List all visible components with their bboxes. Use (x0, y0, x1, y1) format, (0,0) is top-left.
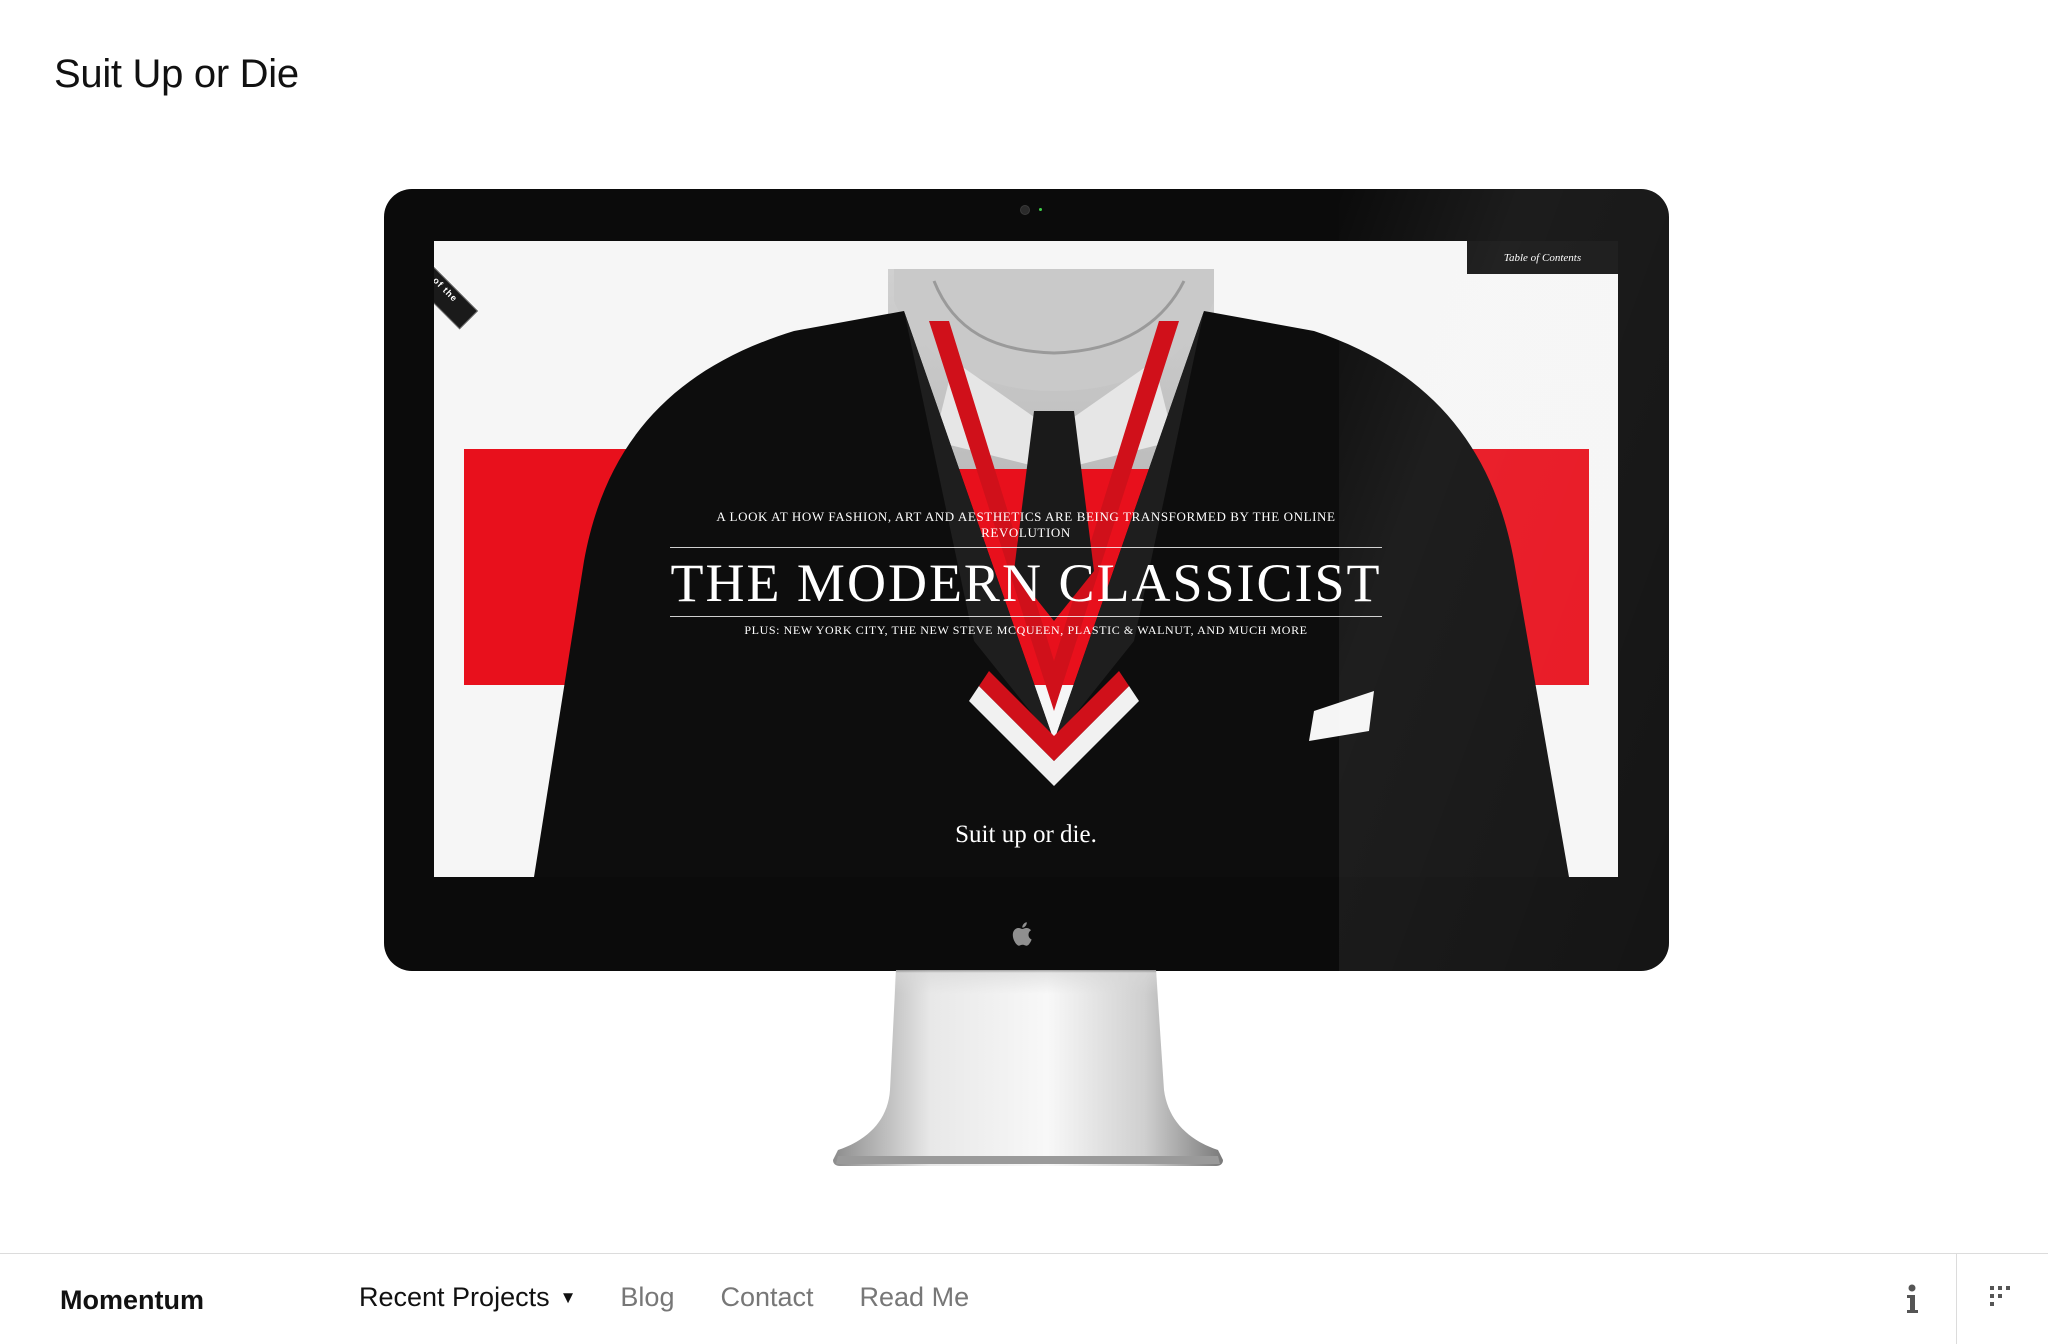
kicker-text: A LOOK AT HOW FASHION, ART AND AESTHETIC… (670, 509, 1382, 548)
main-nav: Recent Projects ▼ Blog Contact Read Me (359, 1282, 1015, 1313)
nav-recent-projects[interactable]: Recent Projects ▼ (359, 1282, 576, 1313)
nav-recent-projects-label: Recent Projects (359, 1282, 550, 1312)
table-of-contents-button: Table of Contents (1467, 241, 1618, 274)
camera-led (1039, 208, 1042, 211)
nav-divider (1956, 1254, 1957, 1344)
subline-text: PLUS: NEW YORK CITY, THE NEW STEVE MCQUE… (744, 623, 1308, 637)
brand-logo[interactable]: Momentum (60, 1285, 204, 1316)
headline-text: THE MODERN CLASSICIST (670, 548, 1382, 617)
monitor-stand (833, 970, 1223, 1166)
screen-preview: SITE of the DAY Table of Contents A LOOK… (434, 241, 1618, 877)
camera-icon (1020, 205, 1030, 215)
nav-contact[interactable]: Contact (720, 1282, 813, 1313)
page: Suit Up or Die of the Table of Contents … (0, 0, 2048, 1344)
nav-blog[interactable]: Blog (620, 1282, 674, 1313)
monitor-image: SITE of the DAY Table of Contents A LOOK… (384, 189, 1669, 971)
bottom-nav-bar: Momentum Recent Projects ▼ Blog Contact R… (0, 1253, 2048, 1344)
tagline-text: Suit up or die. (955, 821, 1097, 848)
page-title: Suit Up or Die (54, 52, 299, 96)
nav-read-me[interactable]: Read Me (860, 1282, 970, 1313)
apple-logo-icon (1012, 922, 1032, 946)
info-icon[interactable] (1897, 1280, 1927, 1316)
grid-icon[interactable] (1988, 1284, 2018, 1314)
headline-block: A LOOK AT HOW FASHION, ART AND AESTHETIC… (670, 509, 1382, 638)
caret-down-icon: ▼ (559, 1288, 577, 1307)
